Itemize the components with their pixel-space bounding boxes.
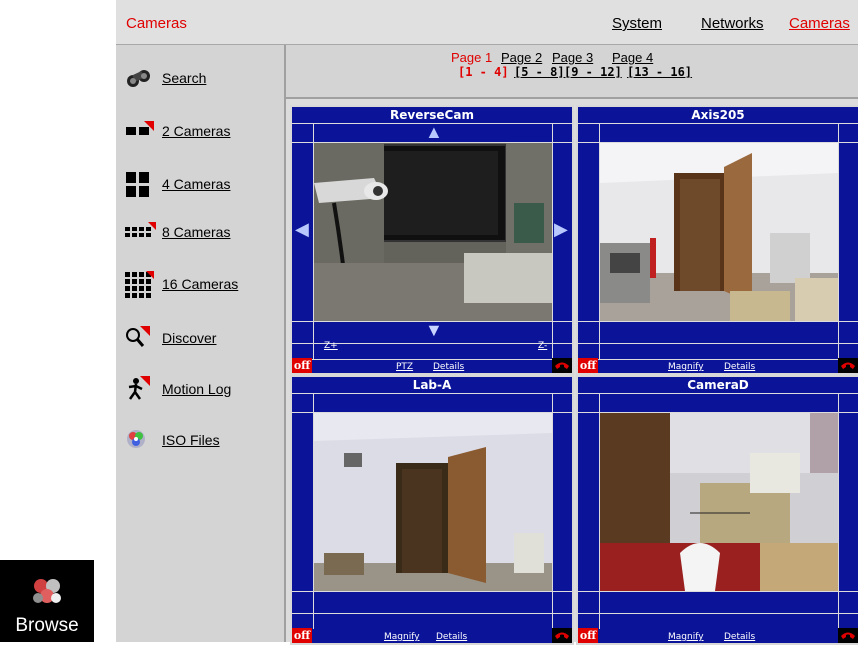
zoom-out-link[interactable]: Z- xyxy=(538,341,547,351)
browse-dock-button[interactable]: Browse xyxy=(0,560,94,642)
sidebar-item-label: 8 Cameras xyxy=(162,224,231,240)
hangup-phone-icon[interactable] xyxy=(838,358,858,373)
sidebar-item-label: Discover xyxy=(162,330,217,346)
page-4-link[interactable]: Page 4 xyxy=(612,50,653,65)
sidebar-item-iso-files[interactable]: ISO Files xyxy=(124,425,284,455)
camera-off-button[interactable]: off xyxy=(292,628,312,643)
sidebar-item-4-cameras[interactable]: 4 Cameras xyxy=(124,169,284,199)
sidebar-item-8-cameras[interactable]: 8 Cameras xyxy=(124,217,284,247)
camera-name: Axis205 xyxy=(691,108,745,122)
sidebar-item-motion-log[interactable]: Motion Log xyxy=(124,374,284,404)
camera-panel-reversecam: ReverseCam ▲ ▼ ◀ ▶ Z+ Z- off PTZ Details xyxy=(290,105,574,375)
sidebar-item-discover[interactable]: Discover xyxy=(124,323,284,353)
camera-panel-lab-a: Lab-A off Magnify Details xyxy=(290,375,574,645)
nav-system-link[interactable]: System xyxy=(612,15,662,32)
magnifier-icon xyxy=(124,324,158,352)
sidebar-item-label: 16 Cameras xyxy=(162,276,239,292)
four-cameras-layout-icon xyxy=(124,170,158,198)
two-cameras-layout-icon xyxy=(124,117,158,145)
magnify-link[interactable]: Magnify xyxy=(668,362,704,372)
camera-panel-camerad: CameraD off Magnify Details xyxy=(576,375,858,645)
sidebar-item-label: 4 Cameras xyxy=(162,176,231,192)
pan-down-arrow-icon[interactable]: ▼ xyxy=(425,321,443,339)
camera-name: CameraD xyxy=(687,378,749,392)
sidebar-item-2-cameras[interactable]: 2 Cameras xyxy=(124,116,284,146)
page-3-link[interactable]: Page 3 xyxy=(552,50,593,65)
sidebar: Search 2 Cameras 4 Cameras 8 Cameras 16 … xyxy=(116,45,286,642)
hangup-phone-icon[interactable] xyxy=(838,628,858,643)
zoom-in-link[interactable]: Z+ xyxy=(324,341,338,351)
details-link[interactable]: Details xyxy=(436,632,467,642)
hangup-phone-icon[interactable] xyxy=(552,358,572,373)
eight-cameras-layout-icon xyxy=(124,218,158,246)
magnify-link[interactable]: Magnify xyxy=(384,632,420,642)
page-selector: Page 1 Page 2 Page 3 Page 4 [1 - 4] [5 -… xyxy=(286,45,858,99)
camera-feed-image[interactable] xyxy=(314,413,552,591)
magnify-link[interactable]: Magnify xyxy=(668,632,704,642)
sidebar-item-label: Motion Log xyxy=(162,381,232,397)
binoculars-icon xyxy=(124,64,158,92)
pan-left-arrow-icon[interactable]: ◀ xyxy=(295,220,309,238)
camera-off-button[interactable]: off xyxy=(292,358,312,373)
sidebar-item-label: ISO Files xyxy=(162,432,220,448)
page-4-range[interactable]: [13 - 16] xyxy=(627,65,692,79)
ptz-link[interactable]: PTZ xyxy=(396,362,413,372)
running-man-icon xyxy=(124,375,158,403)
sixteen-cameras-layout-icon xyxy=(124,270,158,298)
nav-cameras-link[interactable]: Cameras xyxy=(789,15,850,32)
sidebar-item-label: 2 Cameras xyxy=(162,123,231,139)
page-1-link[interactable]: Page 1 xyxy=(451,50,492,65)
camera-off-button[interactable]: off xyxy=(578,358,598,373)
page-2-range[interactable]: [5 - 8] xyxy=(514,65,565,79)
sidebar-item-search[interactable]: Search xyxy=(124,63,284,93)
browse-icon xyxy=(33,579,61,603)
camera-grid: ReverseCam ▲ ▼ ◀ ▶ Z+ Z- off PTZ Details… xyxy=(286,99,858,645)
nav-networks-link[interactable]: Networks xyxy=(701,15,764,32)
page-1-range[interactable]: [1 - 4] xyxy=(458,65,509,79)
pan-right-arrow-icon[interactable]: ▶ xyxy=(554,220,568,238)
details-link[interactable]: Details xyxy=(724,632,755,642)
hangup-phone-icon[interactable] xyxy=(552,628,572,643)
page-2-link[interactable]: Page 2 xyxy=(501,50,542,65)
sidebar-item-label: Search xyxy=(162,70,207,86)
top-bar: Cameras System Networks Cameras xyxy=(116,0,858,45)
details-link[interactable]: Details xyxy=(433,362,464,372)
camera-feed-image[interactable] xyxy=(600,143,838,321)
camera-feed-image[interactable] xyxy=(600,413,838,591)
camera-name: Lab-A xyxy=(412,378,452,392)
camera-feed-image[interactable] xyxy=(314,143,552,321)
page-3-range[interactable]: [9 - 12] xyxy=(564,65,622,79)
details-link[interactable]: Details xyxy=(724,362,755,372)
camera-name: ReverseCam xyxy=(390,108,474,122)
camera-off-button[interactable]: off xyxy=(578,628,598,643)
browse-label: Browse xyxy=(15,615,79,636)
disc-icon xyxy=(124,426,158,454)
pan-up-arrow-icon[interactable]: ▲ xyxy=(425,123,443,141)
sidebar-item-16-cameras[interactable]: 16 Cameras xyxy=(124,269,284,299)
camera-panel-axis205: Axis205 off Magnify Details xyxy=(576,105,858,375)
page-title: Cameras xyxy=(126,15,187,32)
